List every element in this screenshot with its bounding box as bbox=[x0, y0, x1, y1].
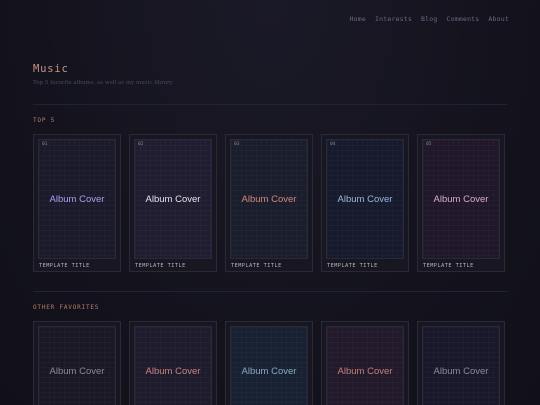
album-cover: 04 Album Cover bbox=[326, 139, 404, 259]
nav-home-link[interactable]: Home bbox=[350, 15, 366, 23]
header-divider bbox=[33, 104, 507, 105]
album-card[interactable]: Album Cover bbox=[33, 321, 121, 405]
album-cover: Album Cover bbox=[326, 326, 404, 405]
album-cover-text: Album Cover bbox=[241, 193, 297, 205]
page-subtitle: Top 5 favorite albums, as well as my mus… bbox=[33, 80, 173, 86]
music-page: Home Interests Blog Comments About Music… bbox=[0, 0, 540, 405]
nav-interests-link[interactable]: Interests bbox=[375, 15, 412, 23]
album-title: TEMPLATE TITLE bbox=[327, 263, 378, 269]
page-title: Music bbox=[33, 63, 69, 75]
album-cover: 01 Album Cover bbox=[38, 139, 116, 259]
album-rank: 02 bbox=[138, 142, 144, 147]
album-cover: Album Cover bbox=[38, 326, 116, 405]
other-favorites-section-label: OTHER FAVORITES bbox=[33, 304, 100, 311]
top5-album-row: 01 Album Cover TEMPLATE TITLE 02 Album C… bbox=[33, 134, 505, 272]
album-card[interactable]: Album Cover bbox=[225, 321, 313, 405]
album-card[interactable]: 05 Album Cover TEMPLATE TITLE bbox=[417, 134, 505, 272]
top5-section-label: TOP 5 bbox=[33, 117, 56, 124]
album-cover-text: Album Cover bbox=[241, 365, 297, 377]
nav-comments-link[interactable]: Comments bbox=[447, 15, 480, 23]
album-cover-text: Album Cover bbox=[433, 365, 489, 377]
album-cover-text: Album Cover bbox=[337, 193, 393, 205]
album-cover-text: Album Cover bbox=[433, 193, 489, 205]
album-title: TEMPLATE TITLE bbox=[135, 263, 186, 269]
album-cover: 03 Album Cover bbox=[230, 139, 308, 259]
album-cover-text: Album Cover bbox=[145, 365, 201, 377]
album-card[interactable]: 04 Album Cover TEMPLATE TITLE bbox=[321, 134, 409, 272]
album-rank: 05 bbox=[426, 142, 432, 147]
album-cover-text: Album Cover bbox=[337, 365, 393, 377]
album-cover: Album Cover bbox=[134, 326, 212, 405]
album-cover-text: Album Cover bbox=[49, 365, 105, 377]
section-divider bbox=[33, 291, 507, 292]
album-card[interactable]: Album Cover bbox=[417, 321, 505, 405]
album-cover-text: Album Cover bbox=[49, 193, 105, 205]
album-cover-text: Album Cover bbox=[145, 193, 201, 205]
other-favorites-album-row: Album Cover Album Cover Album Cover Albu… bbox=[33, 321, 505, 405]
top-nav: Home Interests Blog Comments About bbox=[350, 15, 509, 23]
album-cover: 02 Album Cover bbox=[134, 139, 212, 259]
nav-about-link[interactable]: About bbox=[488, 15, 509, 23]
album-card[interactable]: 03 Album Cover TEMPLATE TITLE bbox=[225, 134, 313, 272]
album-cover: Album Cover bbox=[422, 326, 500, 405]
album-cover: Album Cover bbox=[230, 326, 308, 405]
nav-blog-link[interactable]: Blog bbox=[421, 15, 437, 23]
album-rank: 01 bbox=[42, 142, 48, 147]
album-rank: 03 bbox=[234, 142, 240, 147]
album-title: TEMPLATE TITLE bbox=[39, 263, 90, 269]
album-title: TEMPLATE TITLE bbox=[423, 263, 474, 269]
album-card[interactable]: 02 Album Cover TEMPLATE TITLE bbox=[129, 134, 217, 272]
album-rank: 04 bbox=[330, 142, 336, 147]
album-card[interactable]: Album Cover bbox=[129, 321, 217, 405]
album-cover: 05 Album Cover bbox=[422, 139, 500, 259]
album-card[interactable]: 01 Album Cover TEMPLATE TITLE bbox=[33, 134, 121, 272]
album-card[interactable]: Album Cover bbox=[321, 321, 409, 405]
album-title: TEMPLATE TITLE bbox=[231, 263, 282, 269]
